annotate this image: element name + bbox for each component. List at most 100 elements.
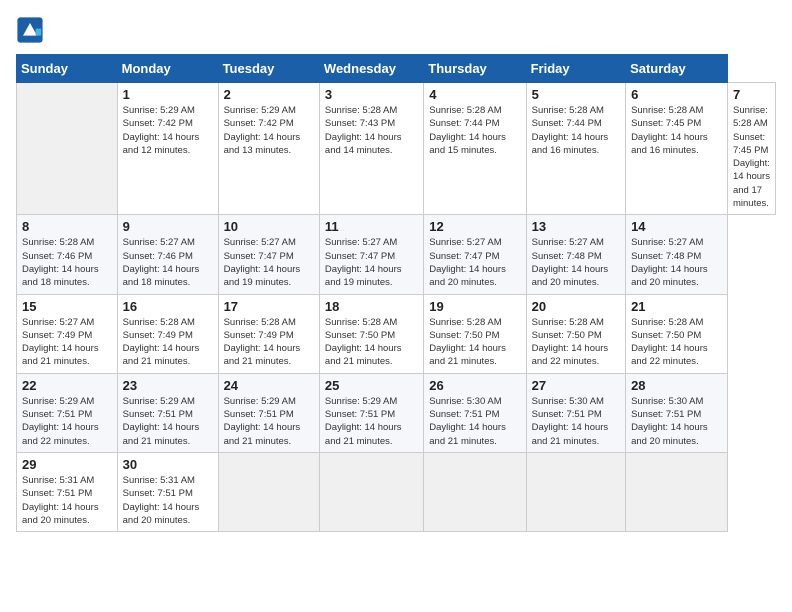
day-info: Sunrise: 5:28 AM Sunset: 7:50 PM Dayligh… <box>631 316 722 369</box>
day-number: 28 <box>631 378 722 393</box>
day-info: Sunrise: 5:27 AM Sunset: 7:47 PM Dayligh… <box>224 236 314 289</box>
calendar-day-cell: 25 Sunrise: 5:29 AM Sunset: 7:51 PM Dayli… <box>319 373 423 452</box>
day-info: Sunrise: 5:29 AM Sunset: 7:42 PM Dayligh… <box>123 104 213 157</box>
calendar-day-cell: 20 Sunrise: 5:28 AM Sunset: 7:50 PM Dayli… <box>526 294 625 373</box>
calendar-day-cell <box>424 452 526 531</box>
calendar-day-cell: 30 Sunrise: 5:31 AM Sunset: 7:51 PM Dayli… <box>117 452 218 531</box>
day-number: 4 <box>429 87 520 102</box>
day-number: 27 <box>532 378 620 393</box>
day-info: Sunrise: 5:31 AM Sunset: 7:51 PM Dayligh… <box>123 474 213 527</box>
empty-cell <box>17 83 118 215</box>
calendar-day-cell: 26 Sunrise: 5:30 AM Sunset: 7:51 PM Dayli… <box>424 373 526 452</box>
day-info: Sunrise: 5:30 AM Sunset: 7:51 PM Dayligh… <box>532 395 620 448</box>
day-info: Sunrise: 5:27 AM Sunset: 7:47 PM Dayligh… <box>325 236 418 289</box>
header-tuesday: Tuesday <box>218 55 319 83</box>
calendar-day-cell: 18 Sunrise: 5:28 AM Sunset: 7:50 PM Dayli… <box>319 294 423 373</box>
day-number: 18 <box>325 299 418 314</box>
header <box>16 16 776 44</box>
day-number: 9 <box>123 219 213 234</box>
calendar-day-cell: 17Sunrise: 5:28 AM Sunset: 7:49 PM Dayli… <box>218 294 319 373</box>
day-number: 11 <box>325 219 418 234</box>
calendar-day-cell: 6 Sunrise: 5:28 AM Sunset: 7:45 PM Daylig… <box>626 83 728 215</box>
day-info: Sunrise: 5:28 AM Sunset: 7:44 PM Dayligh… <box>532 104 620 157</box>
header-thursday: Thursday <box>424 55 526 83</box>
day-info: Sunrise: 5:29 AM Sunset: 7:42 PM Dayligh… <box>224 104 314 157</box>
calendar-day-cell: 3 Sunrise: 5:28 AM Sunset: 7:43 PM Daylig… <box>319 83 423 215</box>
day-info: Sunrise: 5:28 AM Sunset: 7:46 PM Dayligh… <box>22 236 112 289</box>
header-saturday: Saturday <box>626 55 728 83</box>
day-number: 5 <box>532 87 620 102</box>
calendar-day-cell: 29 Sunrise: 5:31 AM Sunset: 7:51 PM Dayli… <box>17 452 118 531</box>
day-number: 14 <box>631 219 722 234</box>
calendar-day-cell <box>319 452 423 531</box>
header-sunday: Sunday <box>17 55 118 83</box>
header-monday: Monday <box>117 55 218 83</box>
day-number: 29 <box>22 457 112 472</box>
day-info: Sunrise: 5:28 AM Sunset: 7:50 PM Dayligh… <box>429 316 520 369</box>
day-info: Sunrise: 5:29 AM Sunset: 7:51 PM Dayligh… <box>224 395 314 448</box>
day-info: Sunrise: 5:29 AM Sunset: 7:51 PM Dayligh… <box>22 395 112 448</box>
calendar-day-cell: 28 Sunrise: 5:30 AM Sunset: 7:51 PM Dayli… <box>626 373 728 452</box>
calendar-day-cell: 1 Sunrise: 5:29 AM Sunset: 7:42 PM Daylig… <box>117 83 218 215</box>
calendar-week-row: 8Sunrise: 5:28 AM Sunset: 7:46 PM Daylig… <box>17 215 776 294</box>
day-info: Sunrise: 5:28 AM Sunset: 7:50 PM Dayligh… <box>325 316 418 369</box>
day-number: 15 <box>22 299 112 314</box>
day-info: Sunrise: 5:28 AM Sunset: 7:45 PM Dayligh… <box>733 104 770 210</box>
header-wednesday: Wednesday <box>319 55 423 83</box>
calendar-day-cell: 27 Sunrise: 5:30 AM Sunset: 7:51 PM Dayli… <box>526 373 625 452</box>
day-number: 24 <box>224 378 314 393</box>
day-number: 2 <box>224 87 314 102</box>
day-number: 22 <box>22 378 112 393</box>
day-number: 25 <box>325 378 418 393</box>
day-info: Sunrise: 5:28 AM Sunset: 7:45 PM Dayligh… <box>631 104 722 157</box>
day-number: 6 <box>631 87 722 102</box>
logo <box>16 16 48 44</box>
calendar-day-cell: 16 Sunrise: 5:28 AM Sunset: 7:49 PM Dayli… <box>117 294 218 373</box>
calendar-day-cell: 15 Sunrise: 5:27 AM Sunset: 7:49 PM Dayli… <box>17 294 118 373</box>
day-number: 10 <box>224 219 314 234</box>
day-number: 3 <box>325 87 418 102</box>
day-number: 19 <box>429 299 520 314</box>
calendar-day-cell: 8Sunrise: 5:28 AM Sunset: 7:46 PM Daylig… <box>17 215 118 294</box>
calendar-week-row: 29 Sunrise: 5:31 AM Sunset: 7:51 PM Dayli… <box>17 452 776 531</box>
calendar-day-cell: 9 Sunrise: 5:27 AM Sunset: 7:46 PM Daylig… <box>117 215 218 294</box>
calendar-day-cell: 2 Sunrise: 5:29 AM Sunset: 7:42 PM Daylig… <box>218 83 319 215</box>
day-info: Sunrise: 5:28 AM Sunset: 7:43 PM Dayligh… <box>325 104 418 157</box>
day-info: Sunrise: 5:27 AM Sunset: 7:49 PM Dayligh… <box>22 316 112 369</box>
day-number: 12 <box>429 219 520 234</box>
day-info: Sunrise: 5:28 AM Sunset: 7:50 PM Dayligh… <box>532 316 620 369</box>
calendar-day-cell: 12 Sunrise: 5:27 AM Sunset: 7:47 PM Dayli… <box>424 215 526 294</box>
day-info: Sunrise: 5:27 AM Sunset: 7:46 PM Dayligh… <box>123 236 213 289</box>
calendar-header-row: SundayMondayTuesdayWednesdayThursdayFrid… <box>17 55 776 83</box>
day-info: Sunrise: 5:27 AM Sunset: 7:48 PM Dayligh… <box>631 236 722 289</box>
day-number: 1 <box>123 87 213 102</box>
calendar-week-row: 15 Sunrise: 5:27 AM Sunset: 7:49 PM Dayli… <box>17 294 776 373</box>
day-number: 20 <box>532 299 620 314</box>
calendar-day-cell: 7 Sunrise: 5:28 AM Sunset: 7:45 PM Daylig… <box>727 83 775 215</box>
calendar-day-cell: 19 Sunrise: 5:28 AM Sunset: 7:50 PM Dayli… <box>424 294 526 373</box>
day-info: Sunrise: 5:28 AM Sunset: 7:49 PM Dayligh… <box>224 316 314 369</box>
day-info: Sunrise: 5:27 AM Sunset: 7:47 PM Dayligh… <box>429 236 520 289</box>
day-info: Sunrise: 5:29 AM Sunset: 7:51 PM Dayligh… <box>325 395 418 448</box>
day-info: Sunrise: 5:31 AM Sunset: 7:51 PM Dayligh… <box>22 474 112 527</box>
day-info: Sunrise: 5:28 AM Sunset: 7:44 PM Dayligh… <box>429 104 520 157</box>
calendar-day-cell: 21 Sunrise: 5:28 AM Sunset: 7:50 PM Dayli… <box>626 294 728 373</box>
day-info: Sunrise: 5:30 AM Sunset: 7:51 PM Dayligh… <box>631 395 722 448</box>
day-number: 7 <box>733 87 770 102</box>
day-info: Sunrise: 5:29 AM Sunset: 7:51 PM Dayligh… <box>123 395 213 448</box>
calendar-day-cell <box>218 452 319 531</box>
day-number: 26 <box>429 378 520 393</box>
day-number: 23 <box>123 378 213 393</box>
day-info: Sunrise: 5:30 AM Sunset: 7:51 PM Dayligh… <box>429 395 520 448</box>
day-info: Sunrise: 5:28 AM Sunset: 7:49 PM Dayligh… <box>123 316 213 369</box>
calendar-week-row: 1 Sunrise: 5:29 AM Sunset: 7:42 PM Daylig… <box>17 83 776 215</box>
header-friday: Friday <box>526 55 625 83</box>
day-number: 16 <box>123 299 213 314</box>
calendar-day-cell <box>626 452 728 531</box>
day-info: Sunrise: 5:27 AM Sunset: 7:48 PM Dayligh… <box>532 236 620 289</box>
day-number: 21 <box>631 299 722 314</box>
calendar-day-cell: 22 Sunrise: 5:29 AM Sunset: 7:51 PM Dayli… <box>17 373 118 452</box>
calendar-day-cell: 13Sunrise: 5:27 AM Sunset: 7:48 PM Dayli… <box>526 215 625 294</box>
calendar-day-cell: 5 Sunrise: 5:28 AM Sunset: 7:44 PM Daylig… <box>526 83 625 215</box>
day-number: 30 <box>123 457 213 472</box>
